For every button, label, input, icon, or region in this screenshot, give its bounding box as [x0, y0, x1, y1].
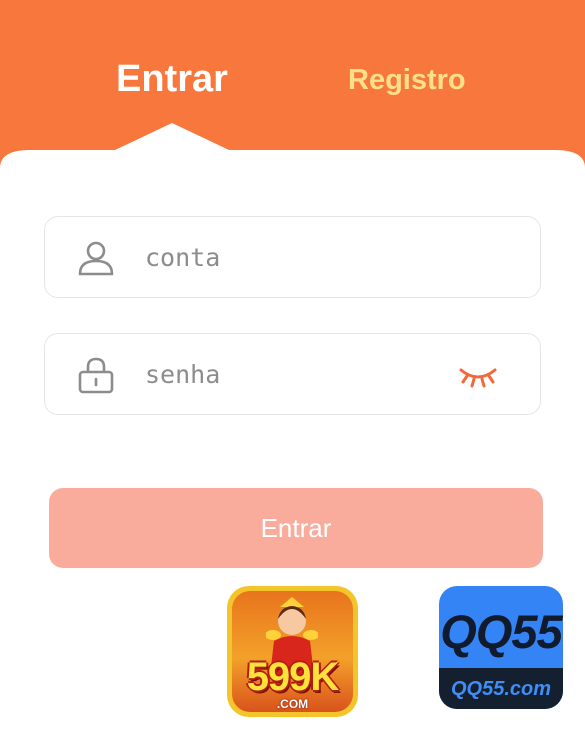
599k-logo-domain: .COM: [276, 697, 309, 711]
account-input[interactable]: [145, 237, 445, 277]
password-input[interactable]: [145, 354, 445, 394]
599k-logo[interactable]: 599K .COM: [227, 586, 358, 717]
account-field: [44, 216, 541, 298]
lock-icon: [77, 356, 115, 394]
login-button[interactable]: Entrar: [49, 488, 543, 568]
tab-register[interactable]: Registro: [348, 64, 466, 97]
qq55-logo[interactable]: QQ55 QQ55.com: [439, 586, 563, 709]
qq55-logo-domain: QQ55.com: [450, 678, 552, 700]
user-icon: [77, 239, 115, 277]
qq55-logo-text: QQ55: [440, 605, 562, 658]
599k-logo-text: 599K: [246, 655, 340, 699]
599k-logo-background: 599K .COM: [232, 591, 353, 712]
password-field: [44, 333, 541, 415]
tab-login[interactable]: Entrar: [116, 58, 228, 101]
eye-closed-icon[interactable]: [458, 364, 498, 388]
